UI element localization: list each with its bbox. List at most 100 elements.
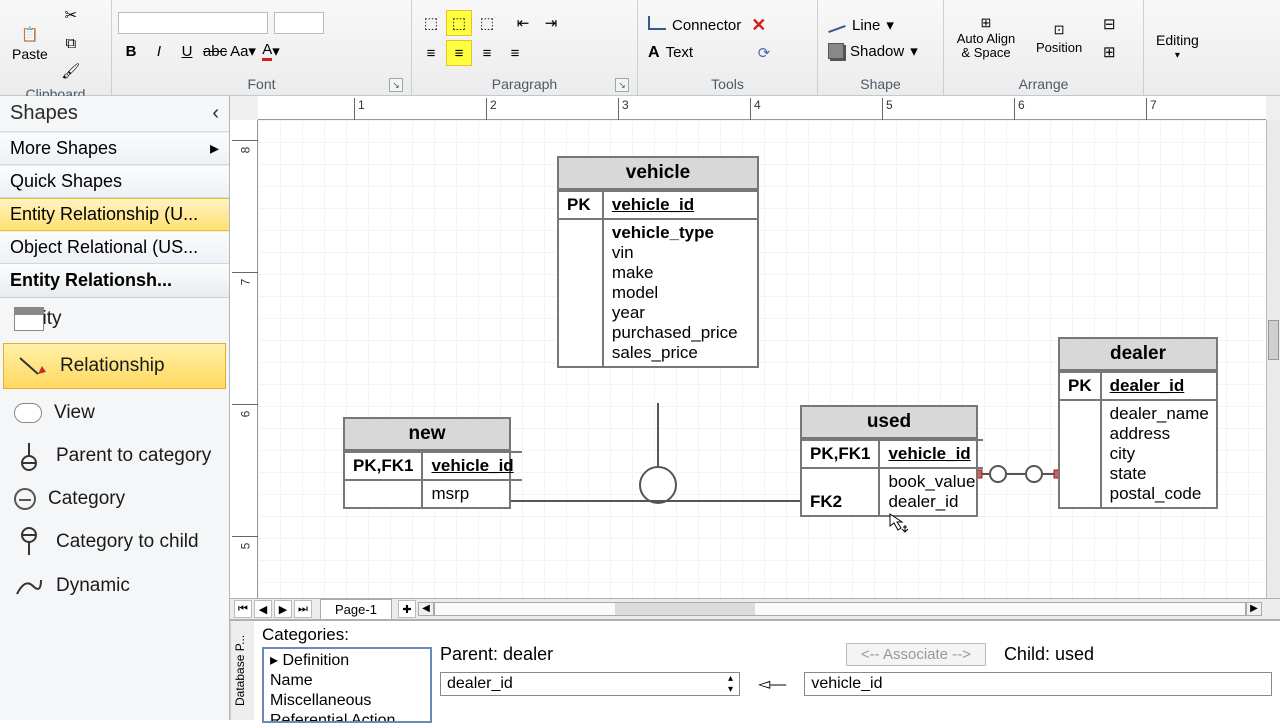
stencil-er[interactable]: Entity Relationship (U... [0, 198, 229, 231]
entity-vehicle-title: vehicle [559, 158, 757, 190]
copy-button[interactable]: ⧉ [58, 30, 84, 56]
italic-button[interactable]: I [146, 38, 172, 64]
entity-vehicle[interactable]: vehicle PKvehicle_id vehicle_typevin mak… [557, 156, 759, 368]
indent-inc-button[interactable]: ⇥ [538, 10, 564, 36]
paste-label: Paste [12, 46, 48, 62]
line-menu[interactable]: Line ▾ [824, 14, 922, 36]
drawing-canvas[interactable]: vehicle PKvehicle_id vehicle_typevin mak… [258, 120, 1266, 598]
new-page[interactable]: ✚ [398, 600, 416, 618]
categories-label: Categories: [262, 625, 432, 645]
cat-definition[interactable]: Definition [264, 649, 430, 671]
font-size-combo[interactable] [274, 12, 324, 34]
category-icon [14, 488, 36, 510]
entity-dealer[interactable]: dealer PKdealer_id dealer_name address c… [1058, 337, 1218, 509]
shape-view[interactable]: View [0, 392, 229, 434]
autoalign-button[interactable]: ⊞ Auto Align & Space [950, 14, 1022, 63]
first-page[interactable]: ⏮ [234, 600, 252, 618]
align-right-button[interactable]: ≡ [474, 40, 500, 66]
shape-category[interactable]: Category [0, 478, 229, 520]
format-painter-button[interactable]: 🖌 [58, 58, 84, 84]
more-shapes[interactable]: More Shapes▸ [0, 132, 229, 165]
autoalign-icon: ⊞ [981, 16, 992, 30]
stencil-title: Entity Relationsh... [0, 264, 229, 298]
position-icon: ⊡ [1054, 22, 1065, 38]
align-middle-button[interactable]: ⬚ [446, 10, 472, 36]
entity-dealer-title: dealer [1060, 339, 1216, 371]
page-tab-1[interactable]: Page-1 [320, 599, 392, 619]
arrange-opt1[interactable]: ⊟ [1096, 11, 1122, 37]
align-bottom-button[interactable]: ⬚ [474, 10, 500, 36]
font-group-label: Font [247, 76, 275, 92]
shape-entity[interactable]: Entity [0, 298, 229, 340]
paragraph-group-label: Paragraph [492, 76, 557, 92]
chevron-left-icon: ‹ [212, 102, 219, 125]
connector-tool[interactable]: Connector ✕ [644, 13, 774, 38]
shapes-header[interactable]: Shapes‹ [0, 96, 229, 132]
connector-icon [648, 16, 666, 34]
case-button[interactable]: Aa▾ [230, 38, 256, 64]
child-label: Child: used [1004, 644, 1094, 665]
associate-button[interactable]: <-- Associate --> [846, 643, 986, 666]
align-justify-button[interactable]: ≡ [502, 40, 528, 66]
paragraph-launcher[interactable]: ↘ [615, 78, 629, 92]
assoc-arrow-icon: ◅— [758, 674, 786, 694]
last-page[interactable]: ⏭ [294, 600, 312, 618]
underline-button[interactable]: U [174, 38, 200, 64]
parent-field-list[interactable]: dealer_id▴▾ [440, 672, 740, 696]
shape-group-label: Shape [824, 74, 937, 95]
ruler-vertical: 8 7 6 5 [230, 120, 258, 598]
categories-list[interactable]: Definition Name Miscellaneous Referentia… [262, 647, 432, 723]
stencil-or[interactable]: Object Relational (US... [0, 231, 229, 264]
shadow-menu[interactable]: Shadow ▾ [824, 40, 922, 62]
shape-relationship[interactable]: Relationship [3, 343, 226, 389]
cat-refaction[interactable]: Referential Action [264, 711, 430, 723]
db-pane-title[interactable]: Database P... [230, 621, 254, 720]
line-icon [828, 17, 846, 34]
font-launcher[interactable]: ↘ [389, 78, 403, 92]
shadow-icon [828, 43, 844, 59]
align-top-button[interactable]: ⬚ [418, 10, 444, 36]
shape-parent-to-category[interactable]: Parent to category [0, 434, 229, 478]
canvas-area: 1 2 3 4 5 6 7 8 7 6 5 vehicle PK [230, 96, 1280, 598]
position-button[interactable]: ⊡ Position [1030, 20, 1088, 57]
vertical-scrollbar[interactable] [1266, 120, 1280, 598]
indent-dec-button[interactable]: ⇤ [510, 10, 536, 36]
text-icon: A [648, 44, 660, 62]
hscroll-thumb[interactable] [615, 603, 755, 615]
entity-icon [14, 307, 44, 331]
hscroll-right[interactable]: ▶ [1246, 602, 1262, 616]
font-family-combo[interactable] [118, 12, 268, 34]
connector-close[interactable]: ✕ [747, 15, 770, 36]
text-tool[interactable]: A Text ⟳ [644, 42, 774, 64]
child-field-list[interactable]: vehicle_id [804, 672, 1272, 696]
tools-group-label: Tools [644, 74, 811, 95]
ribbon: 📋 Paste ✂ ⧉ 🖌 Clipboard B I U [0, 0, 1280, 96]
horizontal-scrollbar[interactable]: ◀ ▶ [418, 602, 1262, 616]
strike-button[interactable]: abc [202, 38, 228, 64]
arrange-group-label: Arrange [950, 74, 1137, 95]
hscroll-left[interactable]: ◀ [418, 602, 434, 616]
editing-button[interactable]: Editing ▾ [1150, 30, 1205, 63]
bold-button[interactable]: B [118, 38, 144, 64]
prev-page[interactable]: ◀ [254, 600, 272, 618]
paste-button[interactable]: 📋 Paste [6, 22, 54, 64]
align-center-button[interactable]: ≡ [446, 40, 472, 66]
font-color-button[interactable]: A▾ [258, 38, 284, 64]
shape-dynamic[interactable]: Dynamic [0, 564, 229, 608]
quick-shapes[interactable]: Quick Shapes [0, 165, 229, 198]
refresh-icon[interactable]: ⟳ [758, 44, 771, 62]
entity-new[interactable]: new PK,FK1vehicle_id msrp [343, 417, 511, 509]
vscroll-thumb[interactable] [1268, 320, 1279, 360]
shape-category-to-child[interactable]: Category to child [0, 520, 229, 564]
page-tabs: ⏮ ◀ ▶ ⏭ Page-1 ✚ ◀ ▶ [230, 598, 1280, 620]
cat-misc[interactable]: Miscellaneous [264, 691, 430, 711]
align-left-button[interactable]: ≡ [418, 40, 444, 66]
c2c-icon [14, 530, 44, 554]
cat-name[interactable]: Name [264, 671, 430, 691]
cut-button[interactable]: ✂ [58, 2, 84, 28]
view-icon [14, 403, 42, 423]
arrange-opt2[interactable]: ⊞ [1096, 39, 1122, 65]
next-page[interactable]: ▶ [274, 600, 292, 618]
entity-used[interactable]: used PK,FK1vehicle_id FK2book_valuedeale… [800, 405, 978, 517]
database-properties-pane: Database P... Categories: Definition Nam… [230, 620, 1280, 720]
